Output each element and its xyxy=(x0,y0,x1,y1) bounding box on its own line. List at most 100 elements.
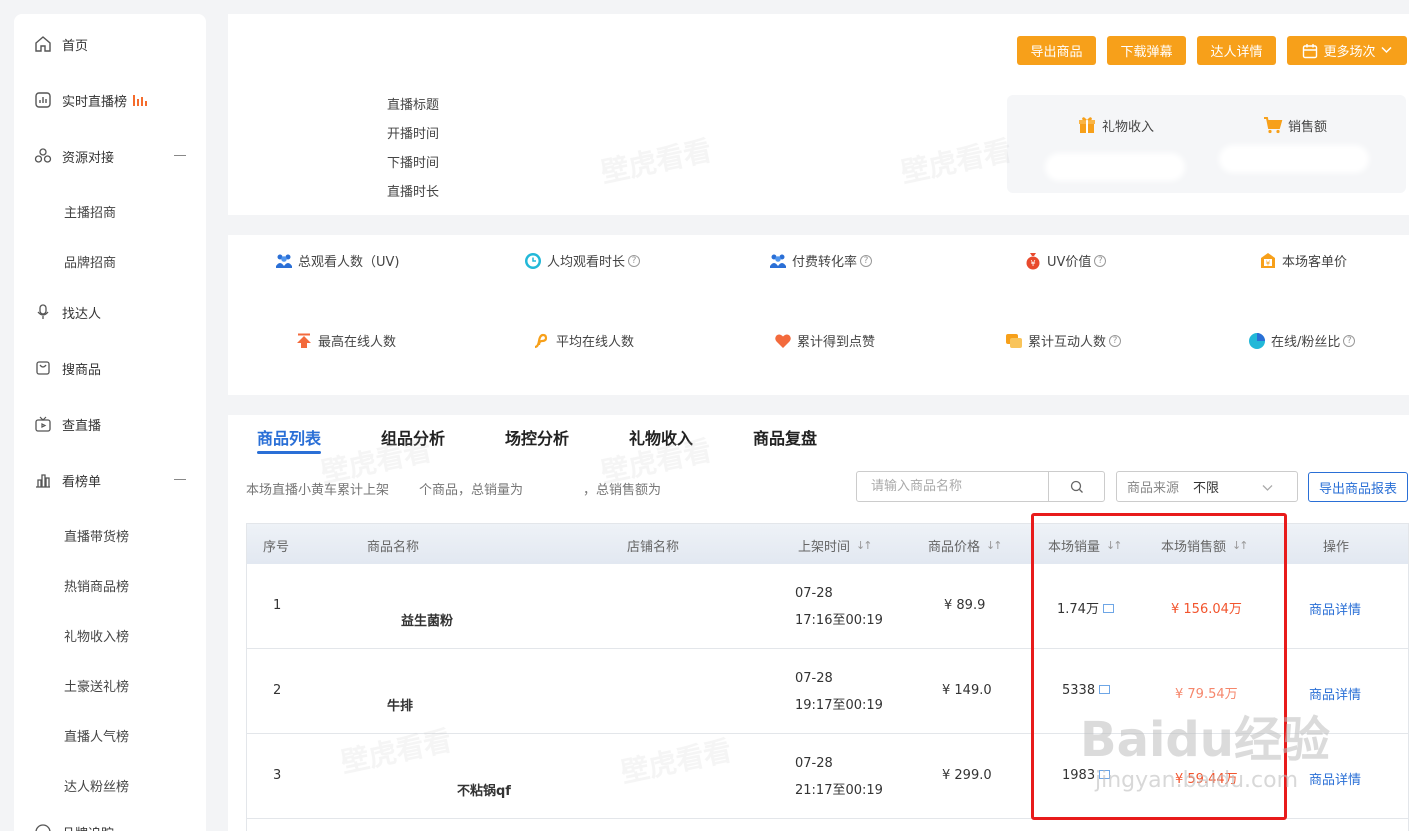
stat-online-fans-ratio: 在线/粉丝比 ? xyxy=(1248,331,1356,350)
goods-source-select[interactable]: 商品来源 不限 xyxy=(1116,471,1298,502)
sidebar-sub-brand-invite[interactable]: 品牌招商 xyxy=(64,252,116,271)
sidebar-item-resource[interactable]: 资源对接 xyxy=(34,146,114,166)
help-icon[interactable]: ? xyxy=(628,254,641,267)
more-sessions-button[interactable]: 更多场次 xyxy=(1287,36,1407,65)
listed-date: 07-28 xyxy=(795,671,833,686)
listed-date: 07-28 xyxy=(795,756,833,771)
duration-label: 直播时长 xyxy=(387,185,440,200)
sidebar-item-label: 找达人 xyxy=(62,306,102,322)
tab-goods-review[interactable]: 商品复盘 xyxy=(753,425,817,449)
chevron-down-icon xyxy=(1380,43,1392,58)
sidebar-item-rankings[interactable]: 看榜单 xyxy=(34,470,101,490)
stat-avg-watch-time: 人均观看时长 ? xyxy=(524,251,641,270)
tab-bundle-analysis[interactable]: 组品分析 xyxy=(381,425,445,449)
chart-box-icon xyxy=(34,91,52,109)
help-icon[interactable]: ? xyxy=(1094,254,1107,267)
col-shop: 店铺名称 xyxy=(627,540,680,555)
goods-name[interactable]: 不粘锅qf xyxy=(457,780,511,799)
income-panel: 礼物收入 销售额 xyxy=(1007,95,1406,193)
svg-text:¥: ¥ xyxy=(1266,259,1271,267)
help-icon[interactable]: ? xyxy=(860,254,873,267)
home-icon xyxy=(34,35,52,53)
sidebar-item-label: 搜商品 xyxy=(62,362,102,378)
sidebar-item-brand-track[interactable]: 品牌追踪 xyxy=(34,822,114,831)
end-time-label: 下播时间 xyxy=(387,156,440,171)
pie-icon xyxy=(1249,332,1265,349)
help-icon[interactable]: ? xyxy=(1343,334,1356,347)
sidebar-item-realtime-live[interactable]: 实时直播榜 xyxy=(34,90,148,110)
sort-icon[interactable]: ↓↑ xyxy=(986,539,1003,552)
tv-icon xyxy=(34,415,52,433)
source-value: 不限 xyxy=(1193,481,1220,496)
goods-name[interactable]: 益生菌粉 xyxy=(401,610,453,629)
clock-icon xyxy=(525,252,541,269)
more-sessions-label: 更多场次 xyxy=(1323,45,1376,60)
sidebar-sub-gift-income[interactable]: 礼物收入榜 xyxy=(64,626,129,645)
tab-control-analysis[interactable]: 场控分析 xyxy=(505,425,569,449)
stat-label: 平均在线人数 xyxy=(556,335,635,350)
trend-icon xyxy=(534,333,548,348)
stat-label: 人均观看时长 xyxy=(547,255,626,270)
money-bag-icon: ¥ xyxy=(1026,252,1040,269)
sidebar-sub-anchor-invite[interactable]: 主播招商 xyxy=(64,202,116,221)
goods-price: ¥ 89.9 xyxy=(944,598,986,613)
tab-gift-income[interactable]: 礼物收入 xyxy=(629,425,693,449)
sidebar-item-check-live[interactable]: 查直播 xyxy=(34,414,101,434)
summary-text: 个商品，总销量为 xyxy=(419,483,524,498)
goods-name[interactable]: 牛排 xyxy=(387,695,413,714)
stat-pay-conversion: 付费转化率 ? xyxy=(769,251,873,270)
col-label: 商品价格 xyxy=(928,540,981,555)
goods-detail-link[interactable]: 商品详情 xyxy=(1309,599,1361,618)
sidebar-item-find-talent[interactable]: 找达人 xyxy=(34,302,101,322)
stat-label: 最高在线人数 xyxy=(318,335,397,350)
col-listed-time[interactable]: 上架时间 ↓↑ xyxy=(798,536,873,555)
sidebar-sub-rich-gift[interactable]: 土豪送礼榜 xyxy=(64,676,129,695)
download-danmaku-button[interactable]: 下载弹幕 xyxy=(1107,36,1186,65)
arrow-up-icon xyxy=(297,333,311,348)
sales-label: 销售额 xyxy=(1288,119,1328,135)
sort-icon[interactable]: ↓↑ xyxy=(856,539,873,552)
export-report-button[interactable]: 导出商品报表 xyxy=(1308,472,1408,502)
sidebar-item-label: 资源对接 xyxy=(62,150,115,166)
resource-icon xyxy=(34,147,52,165)
help-icon[interactable]: ? xyxy=(1109,334,1122,347)
goods-detail-link[interactable]: 商品详情 xyxy=(1309,769,1361,788)
sidebar-sub-talent-fans[interactable]: 达人粉丝榜 xyxy=(64,776,129,795)
cart-icon xyxy=(1264,117,1283,134)
sales-value-blurred xyxy=(1219,145,1369,173)
summary-text: ，总销售额为 xyxy=(583,483,662,498)
sidebar: 首页 实时直播榜 资源对接 主播招商 品牌招商 找达人 搜商品 查直播 看榜单 … xyxy=(14,14,206,831)
col-price[interactable]: 商品价格 ↓↑ xyxy=(928,536,1003,555)
col-label: 上架时间 xyxy=(798,540,851,555)
search-input[interactable] xyxy=(857,472,1048,501)
sidebar-item-search-goods[interactable]: 搜商品 xyxy=(34,358,101,378)
collapse-icon[interactable] xyxy=(174,155,186,156)
gift-income-label: 礼物收入 xyxy=(1102,119,1155,135)
stat-uv-value: ¥ UV价值 ? xyxy=(1024,251,1107,270)
search-button[interactable] xyxy=(1048,472,1104,501)
sidebar-item-home[interactable]: 首页 xyxy=(34,34,88,54)
row-index: 2 xyxy=(273,683,282,698)
stat-label: 本场客单价 xyxy=(1282,255,1348,270)
calendar-icon xyxy=(1303,43,1318,58)
live-title-label: 直播标题 xyxy=(387,98,440,113)
shopping-bag-icon xyxy=(34,359,52,377)
stat-label: UV价值 xyxy=(1047,255,1092,270)
sidebar-sub-hot-goods[interactable]: 热销商品榜 xyxy=(64,576,129,595)
bar-chart-icon xyxy=(34,471,52,489)
listed-time: 21:17至00:19 xyxy=(795,783,883,798)
sidebar-sub-live-popularity[interactable]: 直播人气榜 xyxy=(64,726,129,745)
talent-detail-button[interactable]: 达人详情 xyxy=(1197,36,1276,65)
chat-icon xyxy=(1006,333,1022,348)
listed-time: 19:17至00:19 xyxy=(795,698,883,713)
start-time-label: 开播时间 xyxy=(387,127,440,142)
tab-goods-list[interactable]: 商品列表 xyxy=(257,425,321,449)
sidebar-sub-live-sales[interactable]: 直播带货榜 xyxy=(64,526,129,545)
collapse-icon[interactable] xyxy=(174,479,186,480)
stat-label: 累计得到点赞 xyxy=(797,335,876,350)
export-goods-button[interactable]: 导出商品 xyxy=(1017,36,1096,65)
gift-icon xyxy=(1079,117,1095,133)
goods-search xyxy=(856,471,1105,502)
svg-text:¥: ¥ xyxy=(1030,259,1035,268)
baidu-watermark-logo: Baidu经验 xyxy=(1080,712,1330,768)
